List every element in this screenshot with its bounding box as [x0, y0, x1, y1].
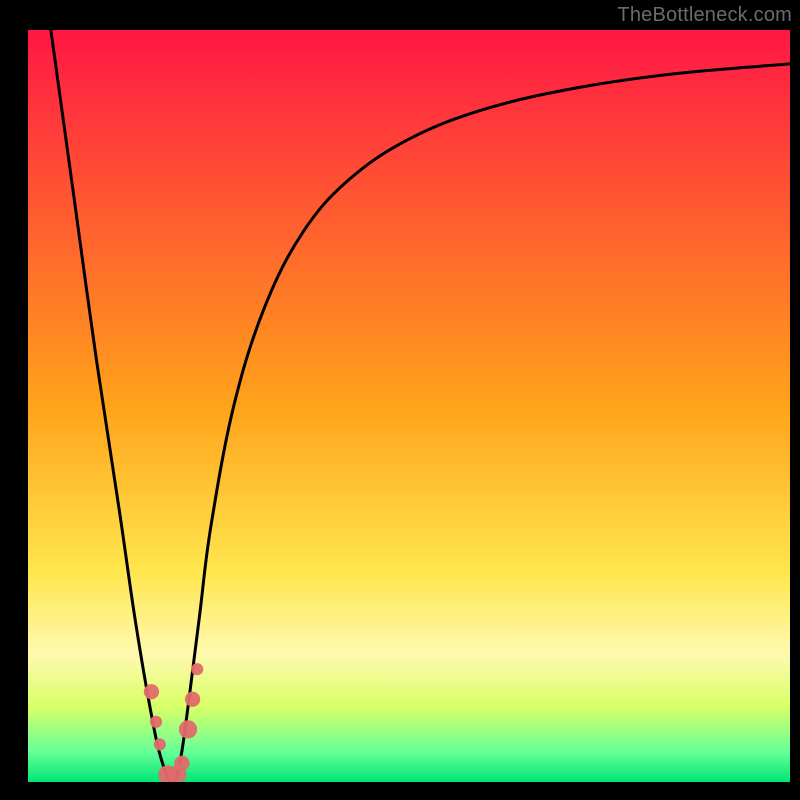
- highlight-point: [154, 738, 166, 750]
- highlight-point: [191, 663, 203, 675]
- highlight-point: [144, 684, 159, 699]
- chart-container: TheBottleneck.com: [0, 0, 800, 800]
- bottleneck-chart: [0, 0, 800, 800]
- highlight-point: [179, 720, 197, 738]
- highlight-point: [185, 692, 200, 707]
- highlight-point: [150, 716, 162, 728]
- watermark-text: TheBottleneck.com: [617, 4, 792, 27]
- highlight-point: [174, 756, 189, 771]
